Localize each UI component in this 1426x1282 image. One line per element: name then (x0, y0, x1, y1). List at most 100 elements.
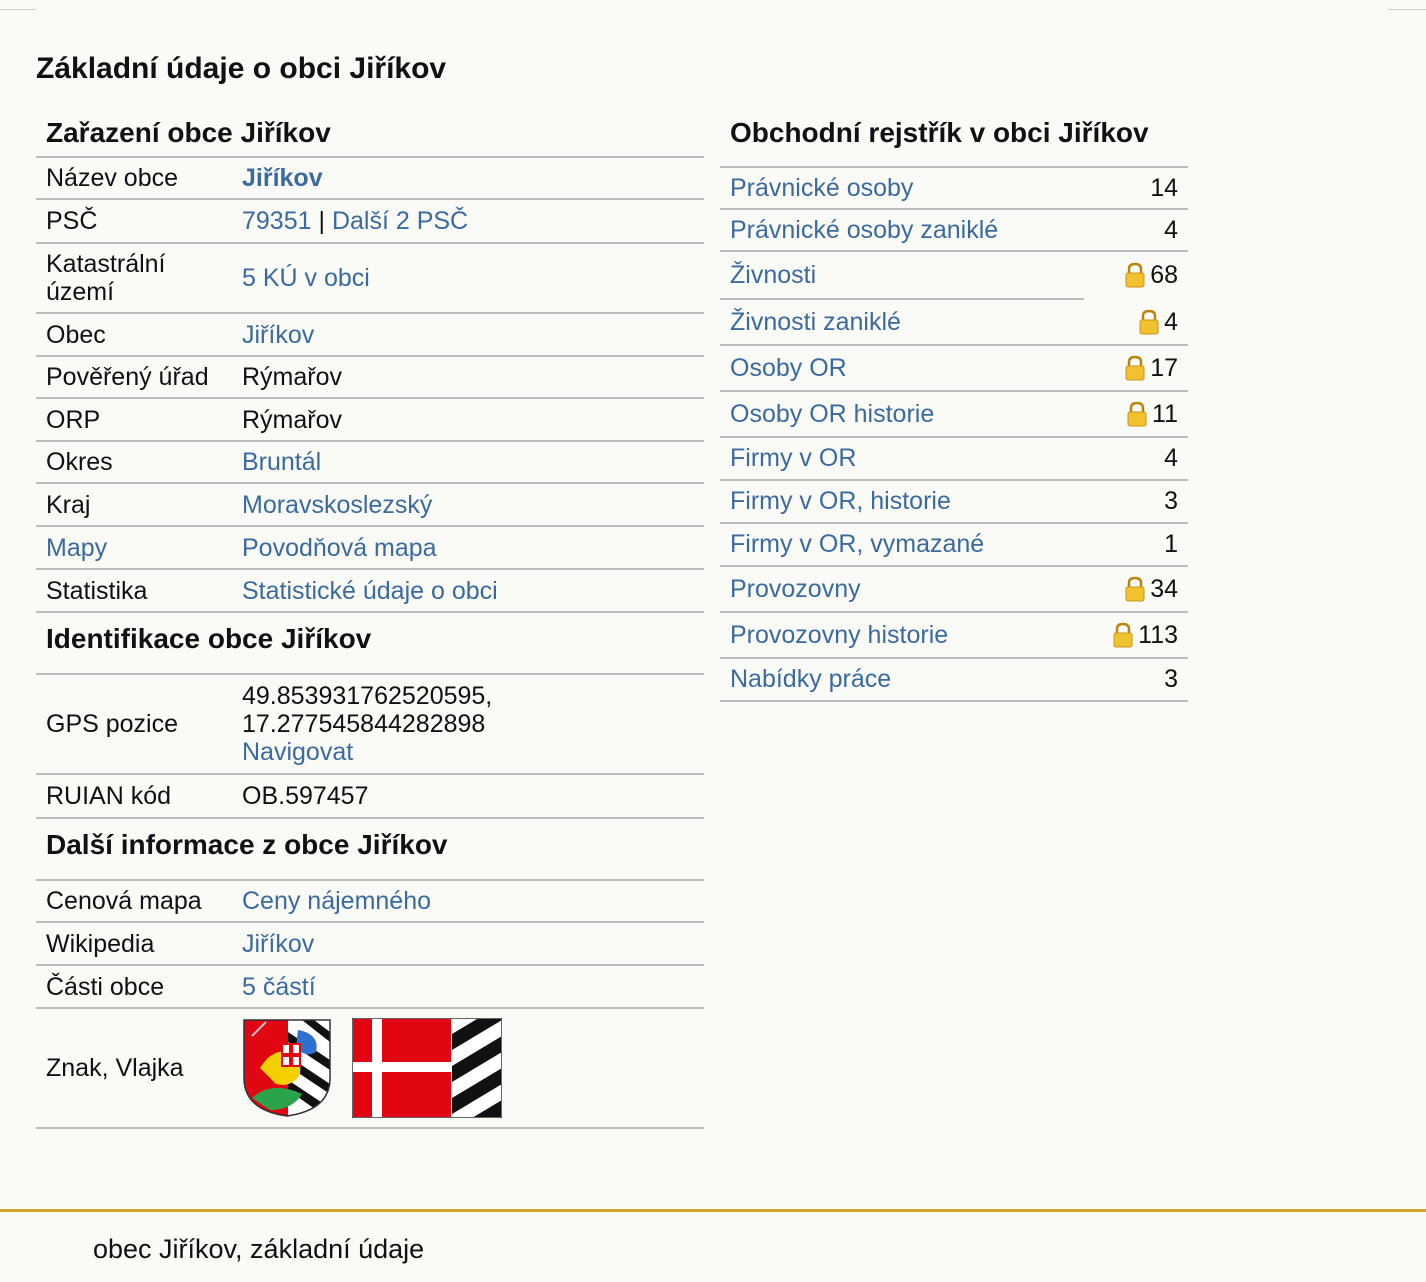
link-zivnosti[interactable]: Živnosti (730, 261, 816, 290)
label-obec: Obec (46, 320, 106, 349)
register-row: Firmy v OR 4 (720, 438, 1188, 481)
label-kraj: Kraj (46, 490, 91, 519)
label-gps: GPS pozice (46, 710, 179, 738)
count-osoby-or: 17 (1150, 353, 1178, 382)
count-pravnicke-osoby-zanikle: 4 (1164, 215, 1178, 244)
link-obec[interactable]: Jiříkov (242, 321, 314, 349)
link-kraj[interactable]: Moravskoslezský (242, 491, 432, 519)
municipality-info-panel: Zařazení obce Jiříkov Název obce Jiříkov… (36, 108, 704, 1129)
lock-icon (1126, 401, 1148, 427)
register-row: Provozovny 34 (720, 567, 1188, 613)
row-psc: PSČ 79351 | Další 2 PSČ (36, 200, 704, 244)
label-okres: Okres (46, 448, 113, 476)
register-row: Firmy v OR, vymazané 1 (720, 524, 1188, 567)
gps-latitude: 49.853931762520595, (242, 682, 493, 710)
count-provozovny: 34 (1150, 574, 1178, 603)
register-row: Nabídky práce 3 (720, 659, 1188, 702)
label-casti-obce: Části obce (46, 972, 165, 1001)
row-poverene: Pověřený úřad Rýmařov (36, 357, 704, 399)
link-povodnova-mapa[interactable]: Povodňová mapa (242, 534, 437, 562)
lock-icon (1112, 622, 1134, 648)
register-row: Osoby OR 17 (720, 346, 1188, 392)
municipal-flag-icon[interactable] (352, 1018, 502, 1118)
link-psc[interactable]: 79351 (242, 207, 312, 235)
link-osoby-or-historie[interactable]: Osoby OR historie (730, 400, 934, 429)
link-casti-obce[interactable]: 5 částí (242, 973, 316, 1001)
link-zivnosti-zanikle[interactable]: Živnosti zaniklé (730, 308, 901, 337)
label-nazev: Název obce (46, 164, 179, 192)
link-osoby-or[interactable]: Osoby OR (730, 354, 847, 383)
label-poverene: Pověřený úřad (46, 363, 209, 391)
lock-icon (1138, 309, 1160, 335)
count-osoby-or-historie: 11 (1152, 399, 1178, 428)
value-ruian: OB.597457 (242, 782, 369, 810)
link-ceny-najemneho[interactable]: Ceny nájemného (242, 887, 431, 915)
register-row: Osoby OR historie 11 (720, 392, 1188, 438)
footer-caption: obec Jiříkov, základní údaje (93, 1234, 425, 1264)
count-firmy-v-or-vymazane: 1 (1164, 530, 1178, 558)
label-statistika: Statistika (46, 576, 148, 605)
business-register-panel: Obchodní rejstřík v obci Jiříkov Právnic… (720, 108, 1188, 702)
section-title-rejstrik: Obchodní rejstřík v obci Jiříkov (720, 108, 1188, 168)
section-title-identifikace: Identifikace obce Jiříkov (36, 613, 704, 675)
value-orp: Rýmařov (242, 405, 343, 434)
register-row: Provozovny historie 113 (720, 613, 1188, 659)
label-psc: PSČ (46, 207, 98, 235)
link-pravnicke-osoby-zanikle[interactable]: Právnické osoby zaniklé (730, 216, 998, 245)
link-wikipedia[interactable]: Jiříkov (242, 930, 314, 958)
top-divider-right (1388, 9, 1426, 10)
link-katastr[interactable]: 5 KÚ v obci (242, 264, 370, 292)
link-mapy[interactable]: Mapy (36, 534, 242, 562)
count-zivnosti-zanikle: 4 (1164, 307, 1178, 336)
row-statistika: Statistika Statistické údaje o obci (36, 570, 704, 613)
row-nazev: Název obce Jiříkov (36, 158, 704, 200)
register-row: Právnické osoby 14 (720, 168, 1188, 210)
link-firmy-v-or-historie[interactable]: Firmy v OR, historie (730, 487, 951, 516)
row-obec: Obec Jiříkov (36, 314, 704, 357)
row-gps: GPS pozice 49.853931762520595, 17.277545… (36, 675, 704, 775)
register-row: Živnosti zaniklé 4 (720, 300, 1188, 346)
section-title-dalsi: Další informace z obce Jiříkov (36, 819, 704, 881)
register-row: Firmy v OR, historie 3 (720, 481, 1188, 524)
register-row: Živnosti 68 (720, 252, 1188, 298)
row-mapy: Mapy Povodňová mapa (36, 527, 704, 570)
count-provozovny-historie: 113 (1138, 620, 1178, 649)
value-poverene: Rýmařov (242, 363, 343, 391)
row-katastr: Katastrální území 5 KÚ v obci (36, 244, 704, 314)
count-firmy-v-or: 4 (1164, 444, 1178, 472)
link-dalsi-psc[interactable]: Další 2 PSČ (332, 207, 468, 235)
count-firmy-v-or-historie: 3 (1164, 487, 1178, 515)
count-nabidky-prace: 3 (1164, 665, 1178, 693)
link-nabidky-prace[interactable]: Nabídky práce (730, 665, 891, 694)
gps-longitude: 17.277545844282898 (242, 710, 486, 738)
link-pravnicke-osoby[interactable]: Právnické osoby (730, 174, 913, 203)
link-nazev-obce[interactable]: Jiříkov (242, 164, 323, 192)
row-kraj: Kraj Moravskoslezský (36, 484, 704, 527)
row-cenova-mapa: Cenová mapa Ceny nájemného (36, 881, 704, 923)
label-znak-vlajka: Znak, Vlajka (46, 1054, 184, 1082)
link-navigovat[interactable]: Navigovat (242, 738, 704, 766)
row-okres: Okres Bruntál (36, 442, 704, 484)
link-firmy-v-or[interactable]: Firmy v OR (730, 444, 856, 473)
footer-divider (0, 1209, 1426, 1212)
row-orp: ORP Rýmařov (36, 399, 704, 442)
label-wikipedia: Wikipedia (46, 929, 155, 958)
row-wikipedia: Wikipedia Jiříkov (36, 923, 704, 966)
link-firmy-v-or-vymazane[interactable]: Firmy v OR, vymazané (730, 530, 984, 559)
link-provozovny[interactable]: Provozovny (730, 575, 861, 604)
link-statistika[interactable]: Statistické údaje o obci (242, 577, 498, 605)
lock-icon (1124, 355, 1146, 381)
row-casti-obce: Části obce 5 částí (36, 966, 704, 1009)
label-orp: ORP (46, 405, 101, 434)
section-title-zarazeni: Zařazení obce Jiříkov (36, 108, 704, 158)
psc-separator: | (318, 207, 325, 235)
coat-of-arms-icon[interactable] (242, 1018, 332, 1118)
page-title: Základní údaje o obci Jiříkov (36, 52, 447, 85)
row-znak-vlajka: Znak, Vlajka (36, 1009, 704, 1129)
count-zivnosti: 68 (1150, 260, 1178, 289)
top-divider-left (0, 9, 36, 10)
link-provozovny-historie[interactable]: Provozovny historie (730, 621, 948, 650)
label-katastr: Katastrální území (46, 250, 166, 306)
link-okres[interactable]: Bruntál (242, 448, 321, 476)
count-pravnicke-osoby: 14 (1150, 173, 1178, 202)
